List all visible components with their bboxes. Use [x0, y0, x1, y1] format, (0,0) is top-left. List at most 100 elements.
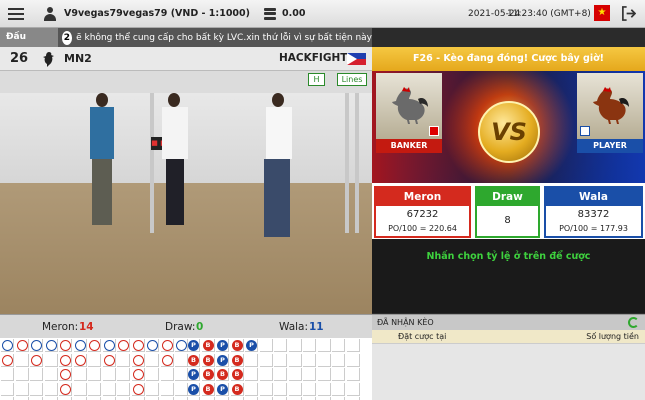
video-pole — [150, 93, 154, 233]
banker-label: BANKER — [376, 139, 442, 153]
bead-cell — [346, 368, 360, 381]
road-cell — [88, 353, 101, 367]
bead-cell — [332, 368, 345, 381]
banker-bead: B — [202, 383, 214, 395]
meron-score: 14 — [79, 321, 94, 333]
rooster-icon — [43, 51, 54, 67]
logout-icon[interactable] — [621, 6, 636, 21]
road-cell — [102, 368, 116, 381]
banker-bead: B — [217, 369, 228, 380]
menu-icon[interactable] — [8, 7, 24, 20]
bead-cell — [346, 382, 360, 396]
wala-result-dot — [45, 340, 57, 351]
meron-bet-button[interactable]: Meron 67232 PO/100 = 220.64 — [374, 186, 471, 238]
meron-result-dot — [89, 340, 100, 351]
arena-label[interactable]: Đấu trường — [0, 28, 58, 61]
video-pole — [355, 93, 359, 233]
top-bar: V9vegas79vegas79 (VND - 1:1000) 0.00 202… — [0, 0, 645, 28]
bead-cell — [274, 382, 287, 396]
meron-result-dot — [103, 354, 115, 366]
road-cell — [30, 368, 43, 381]
draw-bet-button[interactable]: Draw 8 — [475, 186, 540, 238]
bead-cell — [303, 368, 316, 381]
refresh-icon[interactable] — [628, 317, 639, 328]
bead-cell — [332, 382, 345, 396]
wala-result-dot — [103, 340, 115, 351]
accepted-bets-columns: Đặt cược tại Số lượng tiền — [372, 330, 645, 344]
wala-result-dot — [147, 340, 158, 351]
meron-result-dot — [74, 354, 86, 366]
wala-score: 11 — [309, 321, 324, 333]
meron-result-dot — [132, 383, 144, 395]
bet-instruction: Nhấn chọn tỷ lệ ở trên để cược — [372, 239, 645, 313]
video-pole — [345, 93, 349, 233]
player-rooster-image — [577, 73, 643, 139]
banker-bead: B — [188, 354, 199, 366]
coins-icon — [264, 7, 276, 20]
video-h-button[interactable]: H — [308, 73, 325, 86]
bead-cell — [346, 339, 360, 352]
meron-result-dot — [31, 354, 42, 366]
match-header: 26 MN2 HACKFIGHT — [0, 47, 372, 71]
bead-cell — [317, 339, 331, 352]
meron-result-dot — [60, 354, 71, 366]
wala-amount: 83372 — [546, 208, 641, 222]
arena-count-badge: 2 — [61, 30, 73, 45]
rooster-icon — [593, 87, 629, 124]
road-cell — [44, 353, 58, 367]
banker-card: BANKER — [376, 73, 442, 153]
road-cell — [160, 353, 174, 367]
wala-result-dot — [176, 340, 187, 351]
wala-score-label: Wala: — [279, 321, 309, 333]
road-cell — [117, 368, 130, 381]
player-bead: P — [188, 383, 199, 395]
road-cell — [146, 353, 159, 367]
road-cell — [30, 353, 43, 367]
player-bead: P — [188, 340, 199, 351]
bead-cell — [274, 368, 287, 381]
bet-options: Meron 67232 PO/100 = 220.64 Draw 8 Wala … — [372, 183, 645, 239]
road-cell — [15, 339, 29, 352]
road-cell — [88, 382, 101, 396]
bead-cell — [317, 353, 331, 367]
bead-cell — [245, 382, 258, 396]
bead-cell: B — [201, 353, 215, 367]
video-lines-button[interactable]: Lines — [337, 73, 367, 86]
bead-cell — [288, 353, 302, 367]
bead-cell: P — [187, 368, 200, 381]
wala-result-dot — [2, 340, 13, 351]
road-cell — [15, 353, 29, 367]
banker-bead: B — [231, 369, 243, 380]
meron-result-dot — [132, 340, 144, 351]
road-cell — [160, 382, 174, 396]
road-cell — [59, 353, 72, 367]
language-flag-icon[interactable]: ★ — [594, 5, 610, 21]
bead-cell — [303, 339, 316, 352]
philippines-flag-icon — [347, 53, 366, 65]
bead-cell — [317, 382, 331, 396]
live-video[interactable]: ■ ■ H Lines — [0, 71, 372, 314]
road-cell — [131, 382, 145, 396]
road-cell — [1, 353, 14, 367]
bead-cell — [288, 339, 302, 352]
bead-cell: B — [230, 339, 244, 352]
versus-panel: BANKER VS PLAYER — [372, 71, 645, 183]
bead-cell — [259, 353, 273, 367]
road-cell — [73, 368, 87, 381]
bead-cell: B — [201, 368, 215, 381]
draw-amount: 8 — [477, 214, 538, 228]
bead-cell: P — [187, 382, 200, 396]
banker-rooster-image — [376, 73, 442, 139]
player-bead: P — [217, 340, 228, 351]
banker-bead: B — [202, 369, 214, 380]
bead-cell: B — [187, 353, 200, 367]
meron-result-dot — [132, 369, 144, 380]
wala-bet-button[interactable]: Wala 83372 PO/100 = 177.93 — [544, 186, 643, 238]
accepted-bets-header: ĐÃ NHẬN KÈO — [372, 315, 645, 330]
meron-odds: PO/100 = 220.64 — [376, 222, 469, 236]
results-road: PBPBPBBPBPBBBPBPB — [0, 338, 372, 400]
bead-cell — [288, 368, 302, 381]
player-bead: P — [188, 369, 199, 380]
player-bead: P — [246, 340, 257, 351]
bead-cell — [346, 353, 360, 367]
